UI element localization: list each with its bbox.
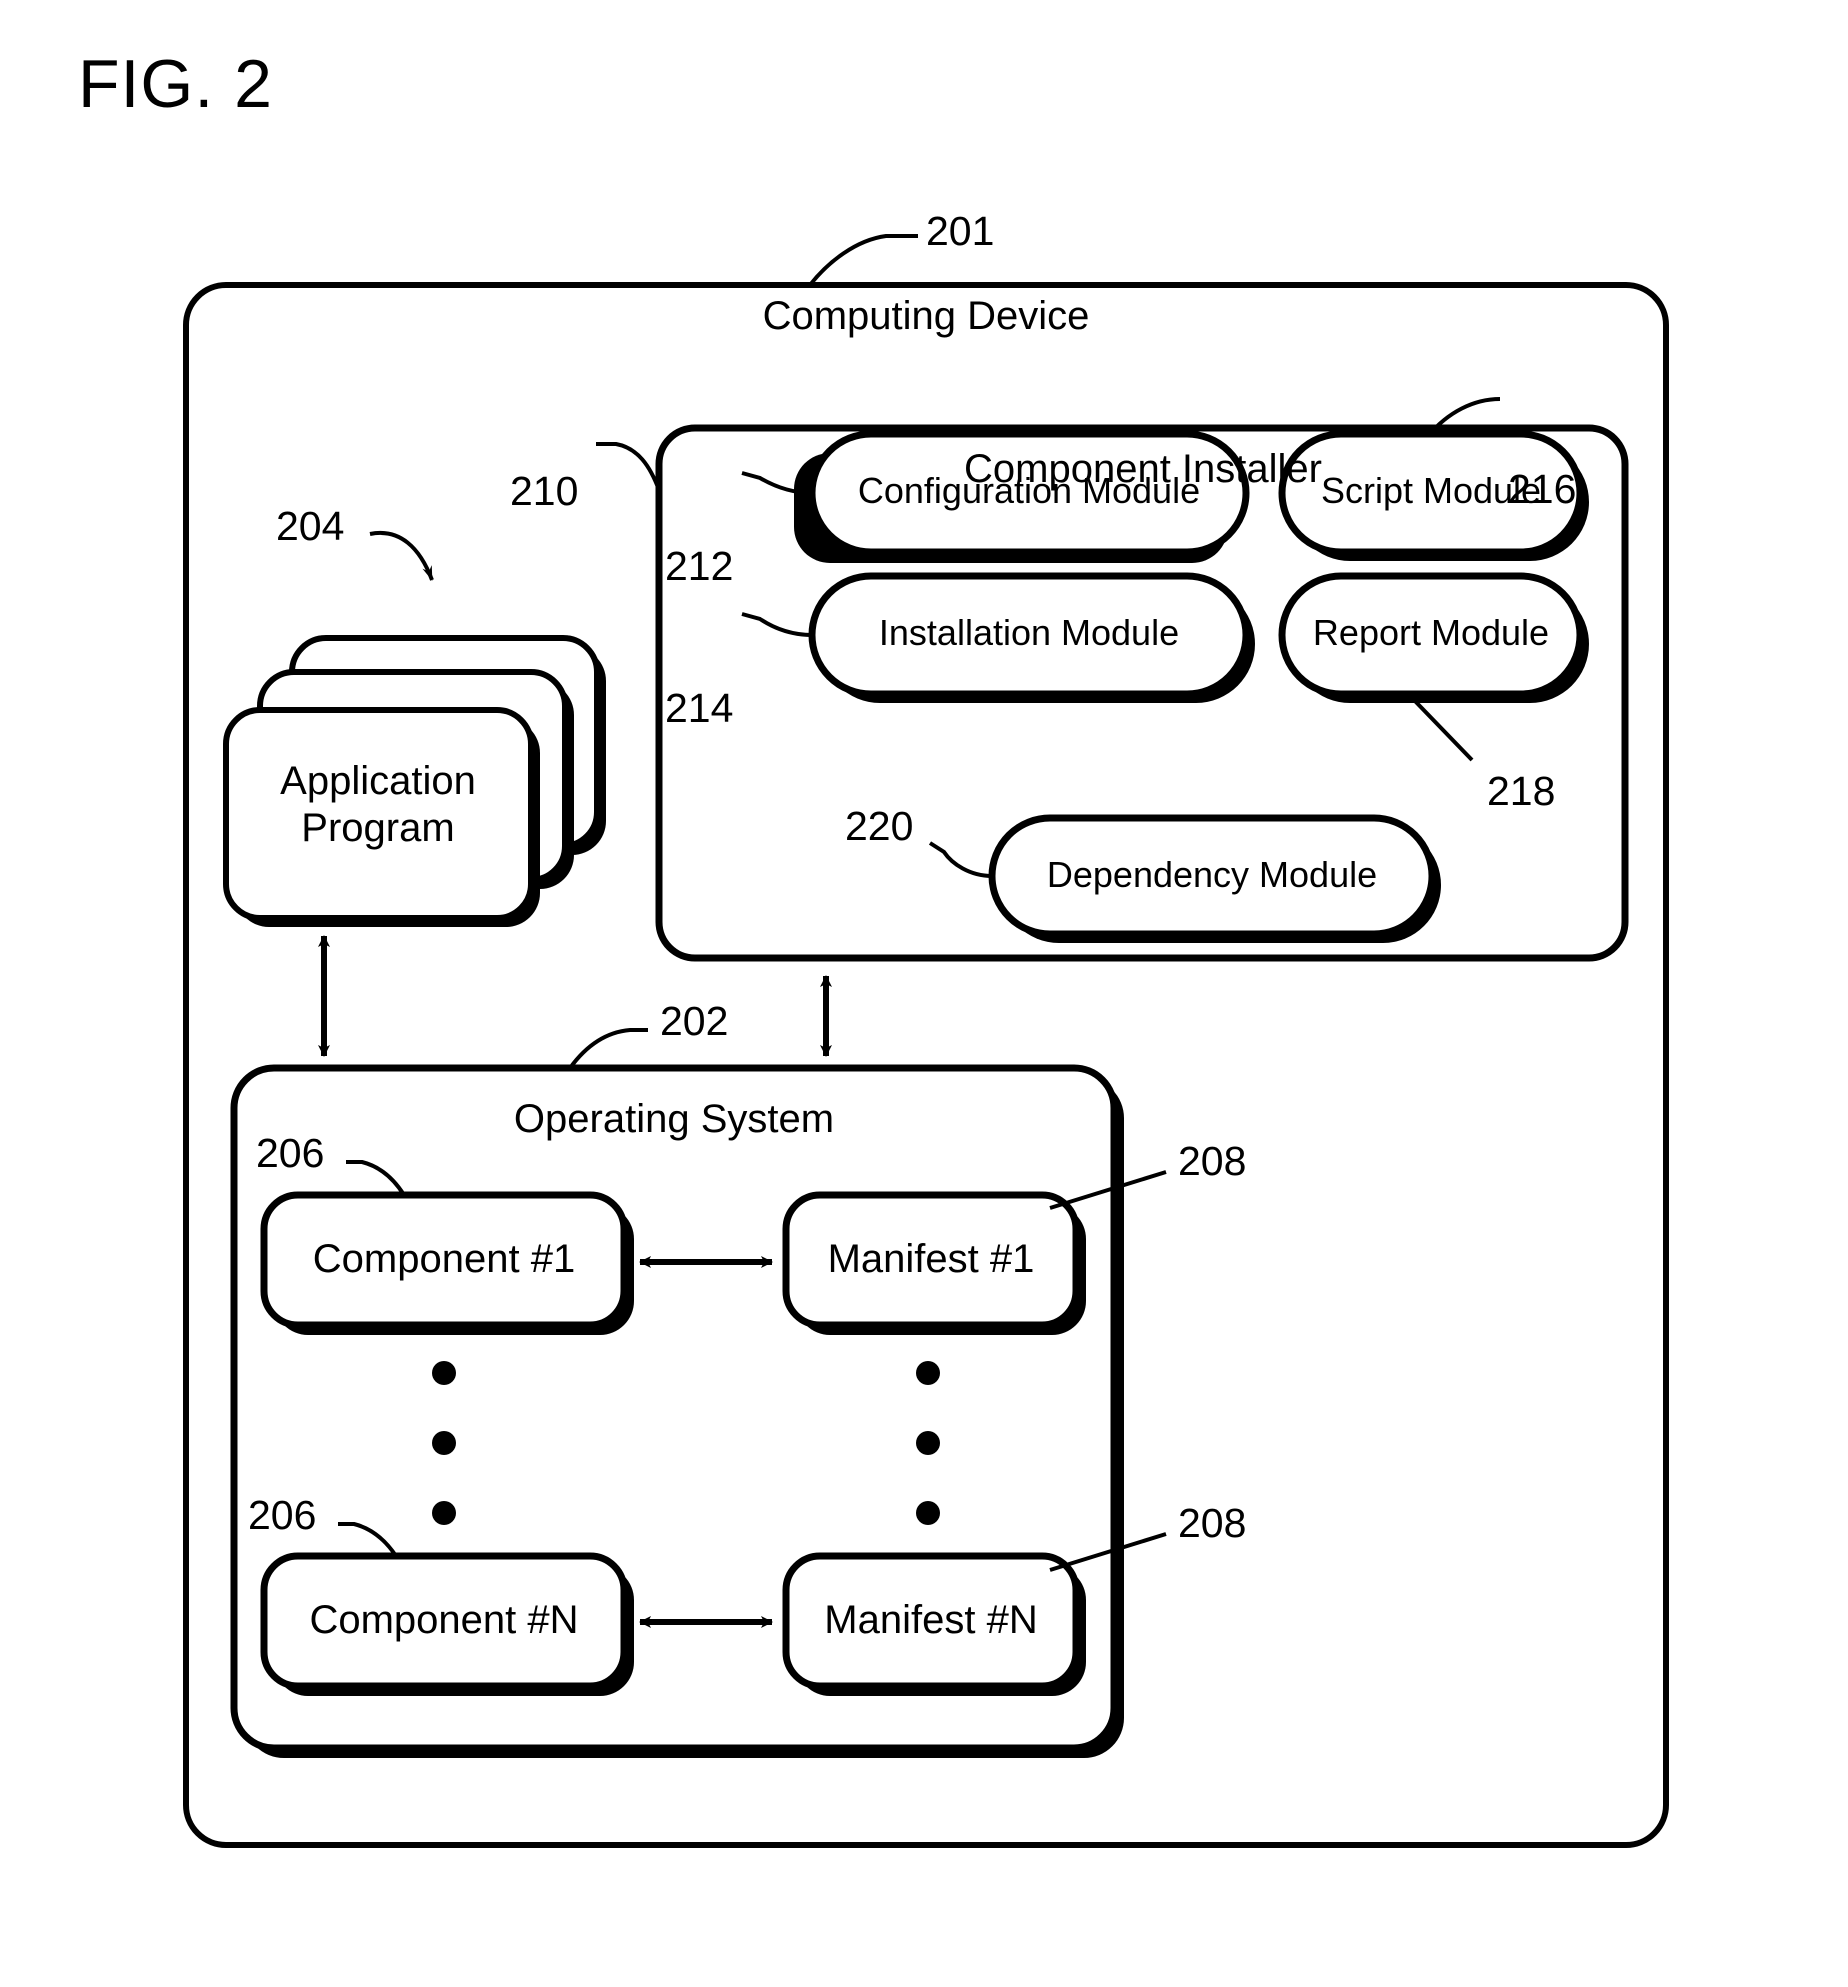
ref-204: 204 [276,503,345,549]
ref-202: 202 [660,998,729,1044]
leader-line-201 [808,234,918,287]
report-module-label: Report Module [1312,612,1550,653]
application-program-label-line1: Application [280,759,476,803]
figure-root: FIG. 2 201 Computing Device 210 Componen… [0,0,1848,1987]
ref-210: 210 [510,468,579,514]
computing-device-title: Computing Device [762,294,1090,338]
ref-218: 218 [1487,768,1556,814]
manifest-1-label: Manifest #1 [827,1237,1035,1281]
ref-208-top: 208 [1178,1138,1247,1184]
application-program-label: Application Program [280,758,476,852]
application-program-label-line2: Program [301,806,455,851]
ref-214: 214 [665,685,734,731]
script-module-label: Script Module [1320,470,1542,511]
installation-module-label: Installation Module [878,612,1180,653]
component-n-label: Component #N [309,1598,579,1642]
dependency-module-label: Dependency Module [1046,854,1378,895]
ref-206-top: 206 [256,1130,325,1176]
ref-206-bottom: 206 [248,1492,317,1538]
configuration-module-label: Configuration Module [857,470,1201,511]
component-1-label: Component #1 [312,1237,576,1281]
ref-201: 201 [926,208,995,254]
operating-system-title: Operating System [513,1097,835,1141]
ref-220: 220 [845,803,914,849]
ref-208-bottom: 208 [1178,1500,1247,1546]
ref-212: 212 [665,543,734,589]
manifest-n-label: Manifest #N [824,1598,1038,1642]
